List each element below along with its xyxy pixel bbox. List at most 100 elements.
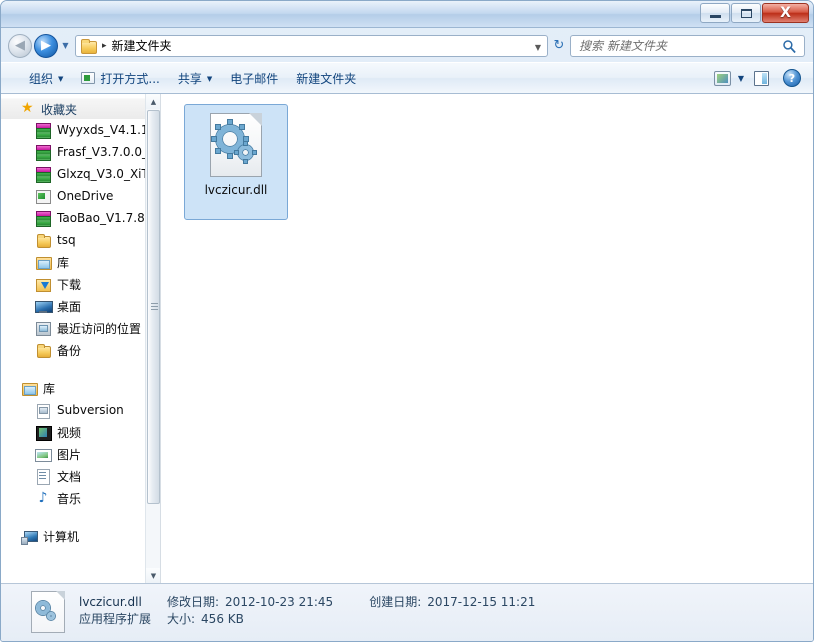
sidebar-item-library-fav[interactable]: 库 [1,251,160,273]
refresh-button[interactable]: ↻ [548,38,570,53]
open-with-icon [81,72,96,84]
file-item-label: lvczicur.dll [204,183,268,197]
archive-icon [35,210,51,227]
breadcrumb-current-folder[interactable]: 新建文件夹 [112,37,172,54]
sidebar-item-documents[interactable]: 文档 [1,465,160,487]
search-icon [783,39,796,53]
sidebar-item-frasf[interactable]: Frasf_V3.7.0.0_X [1,141,160,163]
close-button[interactable]: X [762,3,809,23]
documents-icon [35,468,51,485]
explorer-window: X ◀ ▶ ▼ ▸ 新建文件夹 ▼ ↻ 搜索 新建文件夹 组织 ▼ 打开方式..… [0,0,814,642]
sidebar-item-label: Wyyxds_V4.1.1. [57,123,153,137]
archive-icon [35,122,51,139]
maximize-button[interactable] [731,3,761,23]
open-with-button[interactable]: 打开方式... [73,66,167,90]
command-bar-right: ▼ ? [713,69,801,87]
details-file-type: 应用程序扩展 [79,612,152,626]
scrollbar-thumb[interactable] [147,110,160,504]
close-icon: X [780,5,791,21]
sidebar-item-tsq[interactable]: tsq [1,229,160,251]
folder-icon [35,343,51,358]
sidebar-item-label: 备份 [57,343,82,358]
sidebar-item-label: tsq [57,233,76,247]
recent-locations-button[interactable]: ▼ [59,41,72,50]
address-input[interactable]: ▸ 新建文件夹 ▼ [75,34,548,57]
help-icon[interactable]: ? [783,69,801,87]
dll-icon [210,113,262,177]
nav-group-computer[interactable]: 计算机 [1,525,160,547]
dll-icon [31,591,65,633]
gear-tooth [234,150,239,155]
sidebar-item-label: 图片 [57,447,82,462]
preview-pane-icon[interactable] [754,70,769,86]
chevron-up-icon: ▲ [150,97,157,106]
window-controls: X [700,3,809,23]
sidebar-item-recent-places[interactable]: 最近访问的位置 [1,317,160,339]
sidebar-item-glxzq[interactable]: Glxzq_V3.0_XiTo [1,163,160,185]
search-box[interactable]: 搜索 新建文件夹 [570,34,805,57]
sidebar-item-label: 最近访问的位置 [57,321,142,336]
address-dropdown-icon[interactable]: ▼ [535,43,541,52]
maximize-icon [740,8,752,18]
details-pane: lvczicur.dll 修改日期: 2012-10-23 21:45 创建日期… [1,583,813,641]
sidebar-item-pictures[interactable]: 图片 [1,443,160,465]
minimize-button[interactable] [700,3,730,23]
file-list-view[interactable]: lvczicur.dll [161,94,813,583]
chevron-down-icon: ▼ [206,75,213,83]
gear-tooth [215,124,221,130]
subversion-icon [35,403,51,419]
open-with-label: 打开方式... [100,71,160,86]
back-button[interactable]: ◀ [8,33,32,58]
new-folder-button[interactable]: 新建文件夹 [288,66,364,90]
chevron-down-icon[interactable]: ▼ [738,74,744,83]
downloads-icon [35,277,51,292]
sidebar-item-backup[interactable]: 备份 [1,339,160,361]
navigation-scrollbar[interactable]: ▲ ▼ [145,94,160,583]
email-button[interactable]: 电子邮件 [222,66,286,90]
breadcrumb-separator-icon: ▸ [102,40,107,51]
share-label: 共享 [177,71,202,86]
scrollbar-grip-icon [151,303,158,311]
scroll-up-button[interactable]: ▲ [146,94,160,109]
sidebar-item-music[interactable]: ♪ 音乐 [1,487,160,509]
page-fold-shape [249,113,262,126]
file-item-lvczicur-dll[interactable]: lvczicur.dll [184,104,288,220]
library-icon [21,381,38,396]
nav-group-libraries[interactable]: 库 [1,377,160,399]
minimize-icon [709,15,721,18]
nav-group-favorites[interactable]: ★ 收藏夹 [1,98,160,119]
scroll-down-button[interactable]: ▼ [146,568,160,583]
details-row-primary: lvczicur.dll 修改日期: 2012-10-23 21:45 创建日期… [79,593,535,610]
sidebar-item-downloads[interactable]: 下载 [1,273,160,295]
gear-tooth [239,124,245,130]
desktop-icon [35,299,53,314]
details-modified-label: 修改日期: [167,595,220,609]
sidebar-item-videos[interactable]: 视频 [1,421,160,443]
folder-icon [81,39,97,54]
sidebar-item-label: 文档 [57,469,82,484]
sidebar-item-label: Glxzq_V3.0_XiTo [57,167,155,181]
sidebar-item-wyyxds[interactable]: Wyyxds_V4.1.1. [1,119,160,141]
organize-button[interactable]: 组织 ▼ [21,66,71,90]
gear-tooth [211,136,217,142]
sidebar-item-label: 桌面 [57,299,82,314]
gear-tooth [227,153,233,159]
sidebar-item-onedrive[interactable]: OneDrive [1,185,160,207]
chevron-down-icon: ▼ [62,41,69,50]
forward-button[interactable]: ▶ [34,33,58,58]
new-folder-label: 新建文件夹 [296,71,357,86]
archive-icon [35,144,51,161]
details-size-label: 大小: [167,612,196,626]
share-with-button[interactable]: 共享 ▼ [170,66,220,90]
change-view-icon[interactable] [713,70,731,86]
gear-tooth [252,150,257,155]
details-file-name: lvczicur.dll [79,595,142,609]
address-bar-row: ◀ ▶ ▼ ▸ 新建文件夹 ▼ ↻ 搜索 新建文件夹 [1,29,813,62]
video-icon [35,425,52,441]
sidebar-item-label: Subversion [57,403,124,417]
sidebar-item-taobao[interactable]: TaoBao_V1.7.8. [1,207,160,229]
details-size-value: 456 KB [201,612,244,626]
sidebar-item-subversion[interactable]: Subversion [1,399,160,421]
pictures-icon [35,447,52,462]
sidebar-item-desktop[interactable]: 桌面 [1,295,160,317]
